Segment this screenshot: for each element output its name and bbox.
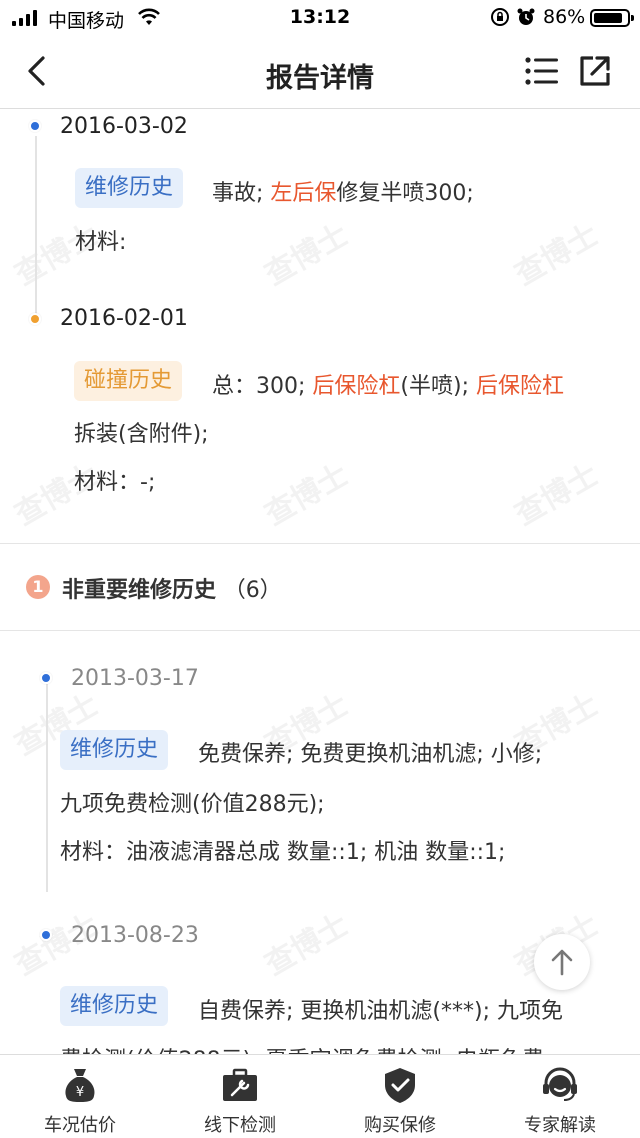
timeline-dot [40, 672, 52, 684]
record-description: 事故; 左后保修复半喷300; [212, 181, 474, 206]
record-materials: 材料：-; [74, 470, 156, 495]
record-materials: 材料：油液滤清器总成 数量::1; 机油 数量::1; [60, 840, 506, 865]
section-header: 1 非重要维修历史 （6） [0, 544, 640, 630]
record-description-line2: 费检测(价值288元); 夏季空调免费检测; 电瓶免费 [60, 1042, 544, 1054]
collision-history-tag: 碰撞历史 [74, 361, 183, 401]
watermark: 查博士 [259, 217, 355, 293]
tab-car-valuation[interactable]: ¥ 车况估价 [0, 1055, 160, 1138]
section-badge: 1 [26, 575, 50, 599]
record-date: 2013-08-23 [71, 923, 199, 948]
battery-icon [590, 9, 634, 27]
timeline-line [46, 684, 48, 892]
record-description-line2: 九项免费检测(价值288元); [60, 792, 325, 817]
watermark: 查博士 [509, 217, 605, 293]
arrow-up-icon [551, 949, 573, 976]
tab-label: 车况估价 [44, 1115, 116, 1136]
alarm-icon [517, 8, 535, 25]
bottom-tab-bar: ¥ 车况估价 线下检测 购买保修 专家解读 [0, 1054, 640, 1138]
back-to-top-button[interactable] [534, 934, 590, 990]
tab-label: 专家解读 [524, 1115, 596, 1136]
record-description-line2: 拆装(含附件); [74, 422, 209, 447]
list-icon[interactable] [524, 54, 560, 88]
svg-text:¥: ¥ [76, 1085, 84, 1100]
tab-expert-interpretation[interactable]: 专家解读 [480, 1055, 640, 1138]
record-description: 总：300; 后保险杠(半喷); 后保险杠 [212, 374, 565, 399]
record-description: 自费保养; 更换机油机滤(***); 九项免 [198, 999, 563, 1024]
timeline-dot [29, 313, 41, 325]
section-count: （6） [223, 578, 282, 603]
highlighted-part: 左后保 [270, 181, 337, 206]
divider [0, 630, 640, 631]
tab-label: 线下检测 [204, 1115, 276, 1136]
watermark: 查博士 [509, 457, 605, 533]
repair-history-tag: 维修历史 [60, 986, 169, 1026]
headset-icon [543, 1067, 577, 1101]
record-description: 免费保养; 免费更换机油机滤; 小修; [198, 742, 543, 767]
section-title: 非重要维修历史 （6） [62, 578, 282, 603]
timeline-dot [29, 120, 41, 132]
repair-history-tag: 维修历史 [60, 730, 169, 770]
money-bag-icon: ¥ [65, 1069, 95, 1102]
battery-percentage: 86% [543, 6, 586, 28]
record-date: 2016-03-02 [60, 114, 188, 139]
record-date: 2013-03-17 [71, 666, 199, 691]
record-materials: 材料: [75, 230, 127, 255]
watermark: 查博士 [259, 457, 355, 533]
highlighted-part: 后保险杠 [312, 374, 401, 399]
status-bar: 中国移动 13:12 86% [0, 0, 640, 36]
navigation-bar: 报告详情 [0, 36, 640, 109]
tab-buy-warranty[interactable]: 购买保修 [320, 1055, 480, 1138]
shield-check-icon [385, 1068, 415, 1103]
toolbox-icon [223, 1068, 257, 1101]
watermark: 查博士 [259, 907, 355, 983]
repair-history-tag: 维修历史 [75, 168, 184, 208]
record-date: 2016-02-01 [60, 306, 188, 331]
share-icon[interactable] [578, 54, 612, 88]
tab-label: 购买保修 [364, 1115, 436, 1136]
timeline-dot [40, 929, 52, 941]
tab-offline-inspection[interactable]: 线下检测 [160, 1055, 320, 1138]
timeline-line [35, 136, 37, 314]
highlighted-part: 后保险杠 [476, 374, 565, 399]
rotation-lock-icon [491, 8, 509, 26]
report-content[interactable]: 查博士 查博士 查博士 查博士 查博士 查博士 查博士 查博士 查博士 查博士 … [0, 110, 640, 1054]
